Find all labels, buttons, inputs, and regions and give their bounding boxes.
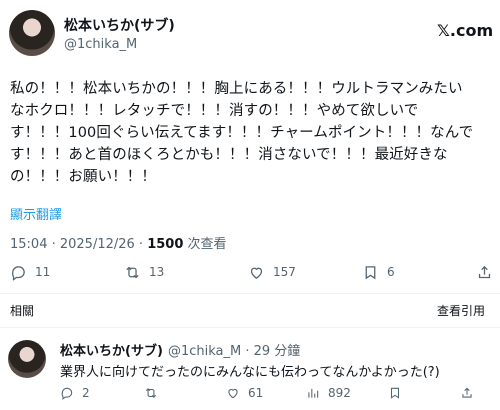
tweet-line: す！！！100回ぐらい伝えてます！！！チャームポイント！！！なんで <box>10 125 474 141</box>
tweet-line: 私の！！！松本いちかの！！！胸上にある！！！ウルトラマンみたい <box>10 81 463 97</box>
repost-button[interactable]: 13 <box>124 264 164 281</box>
tweet-meta: 15:04 · 2025/12/26 · 1500 次查看 <box>10 233 227 252</box>
view-count: 1500 <box>147 237 184 252</box>
reply-actions: 2 61 892 <box>60 384 490 402</box>
share-button[interactable] <box>476 264 493 281</box>
reply-avatar[interactable] <box>8 340 46 378</box>
tweet-line: なホクロ！！！レタッチで！！！消すの！！！やめて欲しいで <box>10 103 419 119</box>
x-logo: 𝕏.com <box>437 21 494 40</box>
reply-like-count: 61 <box>248 386 264 400</box>
tweet-actions: 11 13 157 6 <box>10 262 493 282</box>
like-icon <box>250 267 263 279</box>
related-label: 相關 <box>10 304 35 318</box>
reply-button[interactable]: 11 <box>10 264 50 281</box>
reply-share-button[interactable] <box>460 386 474 400</box>
reply-like-button[interactable]: 61 <box>226 386 263 400</box>
share-icon <box>478 265 491 278</box>
tweet-line: の！！！お願い！！！ <box>10 169 156 185</box>
repost-icon <box>145 388 157 398</box>
repost-count: 13 <box>149 265 165 279</box>
bookmark-icon <box>390 387 400 399</box>
like-count: 157 <box>273 265 296 279</box>
reply-icon <box>61 387 73 400</box>
translate-link[interactable]: 顯示翻譯 <box>10 204 62 223</box>
tweet-text: 私の！！！松本いちかの！！！胸上にある！！！ウルトラマンみたい なホクロ！！！レ… <box>10 78 495 188</box>
tweet-timestamp[interactable]: 15:04 · 2025/12/26 · <box>10 237 147 252</box>
reply-reply-button[interactable]: 2 <box>60 386 90 400</box>
like-icon <box>228 389 238 399</box>
divider <box>0 293 500 294</box>
reply-views-button[interactable]: 892 <box>306 386 351 400</box>
reply-count: 11 <box>35 265 51 279</box>
reply-meta[interactable]: @1chika_M · 29 分鐘 <box>168 344 300 359</box>
like-button[interactable]: 157 <box>248 264 296 281</box>
reply-header: 松本いちか(サブ) @1chika_M · 29 分鐘 <box>60 340 300 359</box>
avatar[interactable] <box>9 10 55 56</box>
view-label: 次查看 <box>183 237 227 252</box>
reply-icon <box>11 265 25 281</box>
bookmark-button[interactable]: 6 <box>362 264 395 281</box>
reply-text: 業界人に向けてだったのにみんなにも伝わってなんかよかった(?) <box>60 365 440 380</box>
author-handle[interactable]: @1chika_M <box>64 37 137 52</box>
author-name[interactable]: 松本いちか(サブ) <box>64 15 175 35</box>
reply-author-name[interactable]: 松本いちか(サブ) <box>60 344 163 359</box>
reply-repost-button[interactable] <box>144 386 158 400</box>
divider <box>0 327 500 328</box>
bookmark-count: 6 <box>387 265 395 279</box>
view-quotes-link[interactable]: 查看引用 <box>437 302 485 319</box>
bookmark-icon <box>365 265 376 279</box>
repost-icon <box>126 266 139 278</box>
reply-reply-count: 2 <box>82 386 90 400</box>
reply-bookmark-button[interactable] <box>388 386 402 400</box>
share-icon <box>462 387 472 398</box>
tweet-line: す！！！あと首のほくろとかも！！！消さないで！！！最近好きな <box>10 147 448 163</box>
views-icon <box>308 388 319 398</box>
reply-view-count: 892 <box>328 386 351 400</box>
